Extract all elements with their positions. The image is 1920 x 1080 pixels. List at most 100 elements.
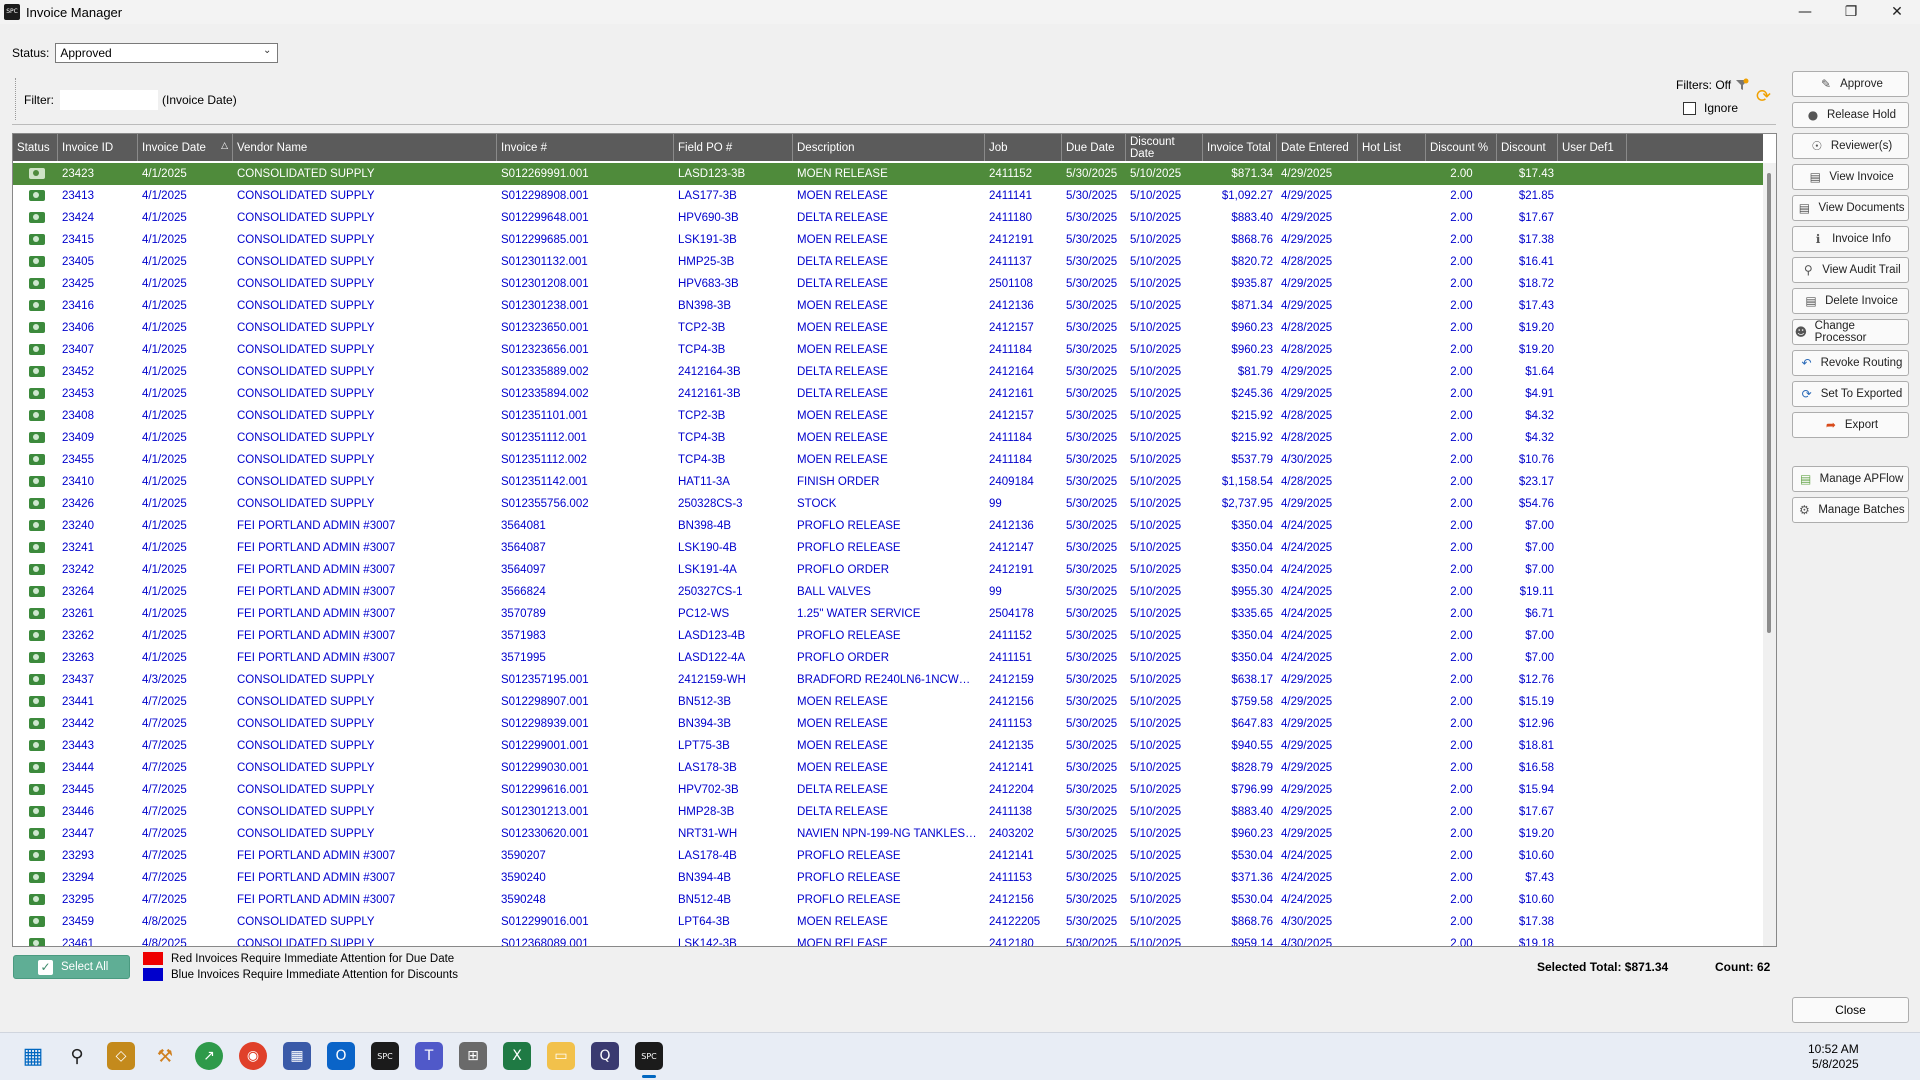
- reviewer-s-button[interactable]: ☉ Reviewer(s): [1792, 133, 1909, 159]
- table-row[interactable]: 23445 4/7/2025 CONSOLIDATED SUPPLY S0122996…: [13, 779, 1763, 801]
- table-row[interactable]: 23416 4/1/2025 CONSOLIDATED SUPPLY S0123012…: [13, 295, 1763, 317]
- table-row[interactable]: 23452 4/1/2025 CONSOLIDATED SUPPLY S0123358…: [13, 361, 1763, 383]
- close-window-button[interactable]: ✕: [1874, 0, 1920, 24]
- table-row[interactable]: 23409 4/1/2025 CONSOLIDATED SUPPLY S0123511…: [13, 427, 1763, 449]
- table-row[interactable]: 23441 4/7/2025 CONSOLIDATED SUPPLY S0122989…: [13, 691, 1763, 713]
- table-row[interactable]: 23410 4/1/2025 CONSOLIDATED SUPPLY S0123511…: [13, 471, 1763, 493]
- table-row[interactable]: 23415 4/1/2025 CONSOLIDATED SUPPLY S0122996…: [13, 229, 1763, 251]
- windows-start-icon[interactable]: ▦: [19, 1042, 47, 1070]
- view-invoice-button[interactable]: ▤ View Invoice: [1792, 164, 1909, 190]
- table-row[interactable]: 23459 4/8/2025 CONSOLIDATED SUPPLY S0122990…: [13, 911, 1763, 933]
- table-row[interactable]: 23242 4/1/2025 FEI PORTLAND ADMIN #3007 356…: [13, 559, 1763, 581]
- cell-invoice-id: 23405: [62, 256, 94, 268]
- refresh-icon[interactable]: ⟳: [1756, 88, 1774, 106]
- col-header-discount[interactable]: Discount: [1497, 134, 1558, 161]
- table-row[interactable]: 23413 4/1/2025 CONSOLIDATED SUPPLY S0122989…: [13, 185, 1763, 207]
- green-app-icon[interactable]: ↗: [195, 1042, 223, 1070]
- table-row[interactable]: 23261 4/1/2025 FEI PORTLAND ADMIN #3007 357…: [13, 603, 1763, 625]
- table-row[interactable]: 23293 4/7/2025 FEI PORTLAND ADMIN #3007 359…: [13, 845, 1763, 867]
- file-explorer-icon[interactable]: ▭: [547, 1042, 575, 1070]
- col-header-field-po[interactable]: Field PO #: [674, 134, 793, 161]
- cell-status: [13, 674, 58, 686]
- spc-icon[interactable]: SPC: [371, 1042, 399, 1070]
- table-row[interactable]: 23437 4/3/2025 CONSOLIDATED SUPPLY S0123571…: [13, 669, 1763, 691]
- table-row[interactable]: 23241 4/1/2025 FEI PORTLAND ADMIN #3007 356…: [13, 537, 1763, 559]
- system-clock[interactable]: 10:52 AM 5/8/2025: [1808, 1042, 1859, 1072]
- app-icon[interactable]: ◇: [107, 1042, 135, 1070]
- table-row[interactable]: 23455 4/1/2025 CONSOLIDATED SUPPLY S0123511…: [13, 449, 1763, 471]
- view-audit-trail-button[interactable]: ⚲ View Audit Trail: [1792, 257, 1909, 283]
- invoice-info-button[interactable]: ℹ Invoice Info: [1792, 226, 1909, 252]
- cell-date-entered: 4/24/2025: [1281, 894, 1333, 906]
- cell-field-po: HMP25-3B: [678, 256, 735, 268]
- chrome-icon[interactable]: ◉: [239, 1042, 267, 1070]
- col-header-invoice-total[interactable]: Invoice Total: [1203, 134, 1277, 161]
- close-button[interactable]: Close: [1792, 997, 1909, 1023]
- col-header-job[interactable]: Job: [985, 134, 1062, 161]
- table-row[interactable]: 23407 4/1/2025 CONSOLIDATED SUPPLY S0123236…: [13, 339, 1763, 361]
- col-header-due-date[interactable]: Due Date: [1062, 134, 1126, 161]
- table-row[interactable]: 23406 4/1/2025 CONSOLIDATED SUPPLY S0123236…: [13, 317, 1763, 339]
- table-row[interactable]: 23405 4/1/2025 CONSOLIDATED SUPPLY S0123011…: [13, 251, 1763, 273]
- table-row[interactable]: 23446 4/7/2025 CONSOLIDATED SUPPLY S0123012…: [13, 801, 1763, 823]
- delete-invoice-button[interactable]: ▤ Delete Invoice: [1792, 288, 1909, 314]
- set-to-exported-button[interactable]: ⟳ Set To Exported: [1792, 381, 1909, 407]
- col-header-discount-pct[interactable]: Discount %: [1426, 134, 1497, 161]
- cell-invoice-number: S012335889.002: [501, 366, 589, 378]
- col-header-invoice-number[interactable]: Invoice #: [497, 134, 674, 161]
- table-row[interactable]: 23294 4/7/2025 FEI PORTLAND ADMIN #3007 359…: [13, 867, 1763, 889]
- col-header-invoice-id[interactable]: Invoice ID: [58, 134, 138, 161]
- table-row[interactable]: 23264 4/1/2025 FEI PORTLAND ADMIN #3007 356…: [13, 581, 1763, 603]
- release-hold-button[interactable]: ● Release Hold: [1792, 102, 1909, 128]
- col-header-user-def1[interactable]: User Def1: [1558, 134, 1627, 161]
- funnel-icon[interactable]: [1735, 78, 1749, 92]
- col-header-description[interactable]: Description: [793, 134, 985, 161]
- calculator-icon[interactable]: ⊞: [459, 1042, 487, 1070]
- table-row[interactable]: 23453 4/1/2025 CONSOLIDATED SUPPLY S0123358…: [13, 383, 1763, 405]
- tool-icon[interactable]: ⚒: [151, 1042, 179, 1070]
- app-icon[interactable]: ▦: [283, 1042, 311, 1070]
- vertical-scrollbar[interactable]: [1763, 163, 1776, 946]
- app-icon[interactable]: Q: [591, 1042, 619, 1070]
- export-button[interactable]: ➦ Export: [1792, 412, 1909, 438]
- teams-icon[interactable]: T: [415, 1042, 443, 1070]
- status-dropdown[interactable]: Approved ⌄: [55, 43, 279, 63]
- table-row[interactable]: 23426 4/1/2025 CONSOLIDATED SUPPLY S0123557…: [13, 493, 1763, 515]
- col-header-discount-date[interactable]: Discount Date: [1126, 134, 1203, 161]
- search-icon[interactable]: ⚲: [63, 1042, 91, 1070]
- outlook-icon[interactable]: O: [327, 1042, 355, 1070]
- approve-button[interactable]: ✎ Approve: [1792, 71, 1909, 97]
- table-row[interactable]: 23447 4/7/2025 CONSOLIDATED SUPPLY S0123306…: [13, 823, 1763, 845]
- spc-icon[interactable]: SPC: [635, 1042, 663, 1070]
- table-row[interactable]: 23424 4/1/2025 CONSOLIDATED SUPPLY S0122996…: [13, 207, 1763, 229]
- cell-invoice-total: $960.23: [1231, 344, 1273, 356]
- col-header-date-entered[interactable]: Date Entered: [1277, 134, 1358, 161]
- table-row[interactable]: 23443 4/7/2025 CONSOLIDATED SUPPLY S0122990…: [13, 735, 1763, 757]
- table-row[interactable]: 23240 4/1/2025 FEI PORTLAND ADMIN #3007 356…: [13, 515, 1763, 537]
- table-row[interactable]: 23295 4/7/2025 FEI PORTLAND ADMIN #3007 359…: [13, 889, 1763, 911]
- view-documents-button[interactable]: ▤ View Documents: [1792, 195, 1909, 221]
- table-row[interactable]: 23423 4/1/2025 CONSOLIDATED SUPPLY S0122699…: [13, 163, 1763, 185]
- scrollbar-thumb[interactable]: [1767, 173, 1771, 633]
- excel-icon[interactable]: X: [503, 1042, 531, 1070]
- filter-input[interactable]: [60, 90, 158, 110]
- table-row[interactable]: 23442 4/7/2025 CONSOLIDATED SUPPLY S0122989…: [13, 713, 1763, 735]
- col-header-invoice-date[interactable]: Invoice Date △: [138, 134, 233, 161]
- manage-batches-button[interactable]: ⚙ Manage Batches: [1792, 497, 1909, 523]
- table-row[interactable]: 23408 4/1/2025 CONSOLIDATED SUPPLY S0123511…: [13, 405, 1763, 427]
- revoke-routing-button[interactable]: ↶ Revoke Routing: [1792, 350, 1909, 376]
- col-header-status[interactable]: Status: [13, 134, 58, 161]
- col-header-vendor-name[interactable]: Vendor Name: [233, 134, 497, 161]
- ignore-checkbox[interactable]: [1683, 101, 1696, 115]
- table-row[interactable]: 23444 4/7/2025 CONSOLIDATED SUPPLY S0122990…: [13, 757, 1763, 779]
- col-header-hot-list[interactable]: Hot List: [1358, 134, 1426, 161]
- table-row[interactable]: 23263 4/1/2025 FEI PORTLAND ADMIN #3007 357…: [13, 647, 1763, 669]
- change-processor-button[interactable]: ☻ Change Processor: [1792, 319, 1909, 345]
- minimize-button[interactable]: —: [1782, 0, 1828, 24]
- manage-apflow-button[interactable]: ▤ Manage APFlow: [1792, 466, 1909, 492]
- table-row[interactable]: 23425 4/1/2025 CONSOLIDATED SUPPLY S0123012…: [13, 273, 1763, 295]
- select-all-button[interactable]: ✓ Select All: [13, 955, 130, 979]
- table-row[interactable]: 23262 4/1/2025 FEI PORTLAND ADMIN #3007 357…: [13, 625, 1763, 647]
- table-row[interactable]: 23461 4/8/2025 CONSOLIDATED SUPPLY S0123680…: [13, 933, 1763, 946]
- restore-button[interactable]: ❐: [1828, 0, 1874, 24]
